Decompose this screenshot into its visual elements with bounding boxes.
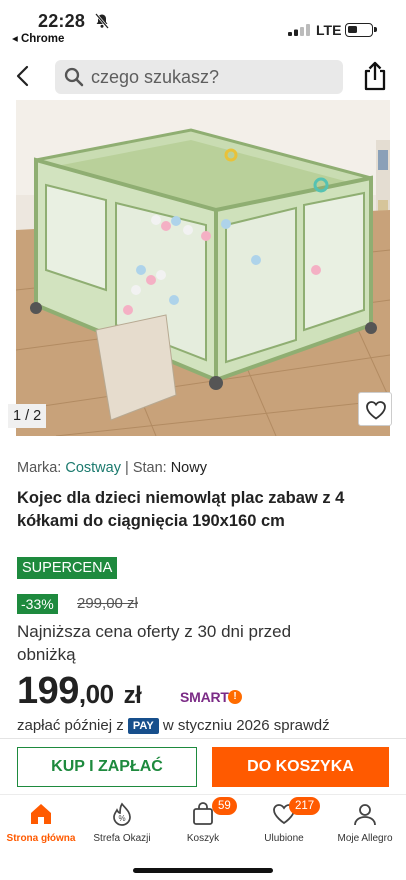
tab-label: Ulubione: [264, 833, 304, 844]
network-type: LTE: [316, 22, 342, 38]
search-bar[interactable]: [55, 60, 343, 94]
favorite-button[interactable]: [358, 392, 392, 426]
purchase-bar: KUP I ZAPŁAĆ DO KOSZYKA: [0, 738, 406, 794]
pay-later-prefix: zapłać później z: [17, 717, 124, 734]
clock: 22:28: [38, 11, 86, 31]
cart-count-badge: 59: [212, 797, 237, 815]
price: 199,00 zł: [17, 669, 142, 718]
pay-badge: PAY: [127, 718, 159, 734]
condition-value: Nowy: [170, 460, 207, 476]
search-icon: [64, 67, 84, 87]
home-icon: [31, 804, 51, 824]
user-icon: [354, 804, 376, 826]
heart-icon: [366, 401, 386, 420]
brand-line: Marka: Costway | Stan: Nowy: [17, 460, 207, 476]
pay-later-suffix: w styczniu 2026 sprawdź: [162, 717, 330, 734]
price-main: 199: [17, 670, 79, 712]
supercena-badge: SUPERCENA: [17, 557, 118, 579]
tab-home[interactable]: Strona główna: [0, 795, 82, 853]
gallery-pager: 1 / 2: [8, 404, 47, 428]
smart-logo[interactable]: SMART: [180, 689, 229, 705]
tab-label: Strefa Okazji: [93, 833, 151, 844]
status-bar: 22:28 ◂ Chrome LTE: [0, 0, 406, 48]
signal-icon: [288, 24, 310, 36]
share-icon[interactable]: [362, 60, 388, 92]
tab-favorites[interactable]: 217 Ulubione: [243, 795, 325, 853]
old-price: 299,00 zł: [77, 595, 138, 612]
back-to-chrome-link[interactable]: ◂ Chrome: [12, 31, 64, 45]
tab-cart[interactable]: 59 Koszyk: [162, 795, 244, 853]
separator: |: [125, 460, 129, 476]
tab-deals[interactable]: % Strefa Okazji: [81, 795, 163, 853]
brand-link[interactable]: Costway: [65, 460, 121, 476]
search-input[interactable]: [91, 60, 336, 94]
tab-my-allegro[interactable]: Moje Allegro: [324, 795, 406, 853]
lowest-price-note: Najniższa cena oferty z 30 dni przed obn…: [17, 622, 292, 664]
product-title: Kojec dla dzieci niemowląt plac zabaw z …: [17, 489, 345, 530]
brand-label: Marka:: [17, 460, 62, 476]
smart-info-icon[interactable]: !: [228, 690, 242, 704]
product-image: [16, 100, 390, 436]
battery-icon: [345, 23, 377, 37]
price-cents: ,00: [78, 679, 114, 709]
tab-label: Strona główna: [6, 833, 76, 844]
buy-now-button[interactable]: KUP I ZAPŁAĆ: [17, 747, 197, 787]
back-arrow-icon[interactable]: [12, 62, 36, 90]
pay-later-line[interactable]: zapłać później z PAY w styczniu 2026 spr…: [17, 717, 330, 734]
tab-label: Moje Allegro: [337, 833, 393, 844]
svg-text:%: %: [118, 814, 125, 823]
condition-label: Stan:: [132, 460, 167, 476]
favorites-count-badge: 217: [289, 797, 321, 815]
discount-badge: -33%: [17, 594, 58, 614]
deals-icon: %: [113, 802, 131, 826]
search-header: [0, 54, 406, 100]
product-gallery[interactable]: [0, 100, 406, 436]
bell-muted-icon: [95, 13, 109, 29]
add-to-cart-button[interactable]: DO KOSZYKA: [212, 747, 389, 787]
home-indicator[interactable]: [133, 868, 273, 873]
tab-label: Koszyk: [186, 833, 220, 844]
price-currency: zł: [123, 682, 142, 709]
